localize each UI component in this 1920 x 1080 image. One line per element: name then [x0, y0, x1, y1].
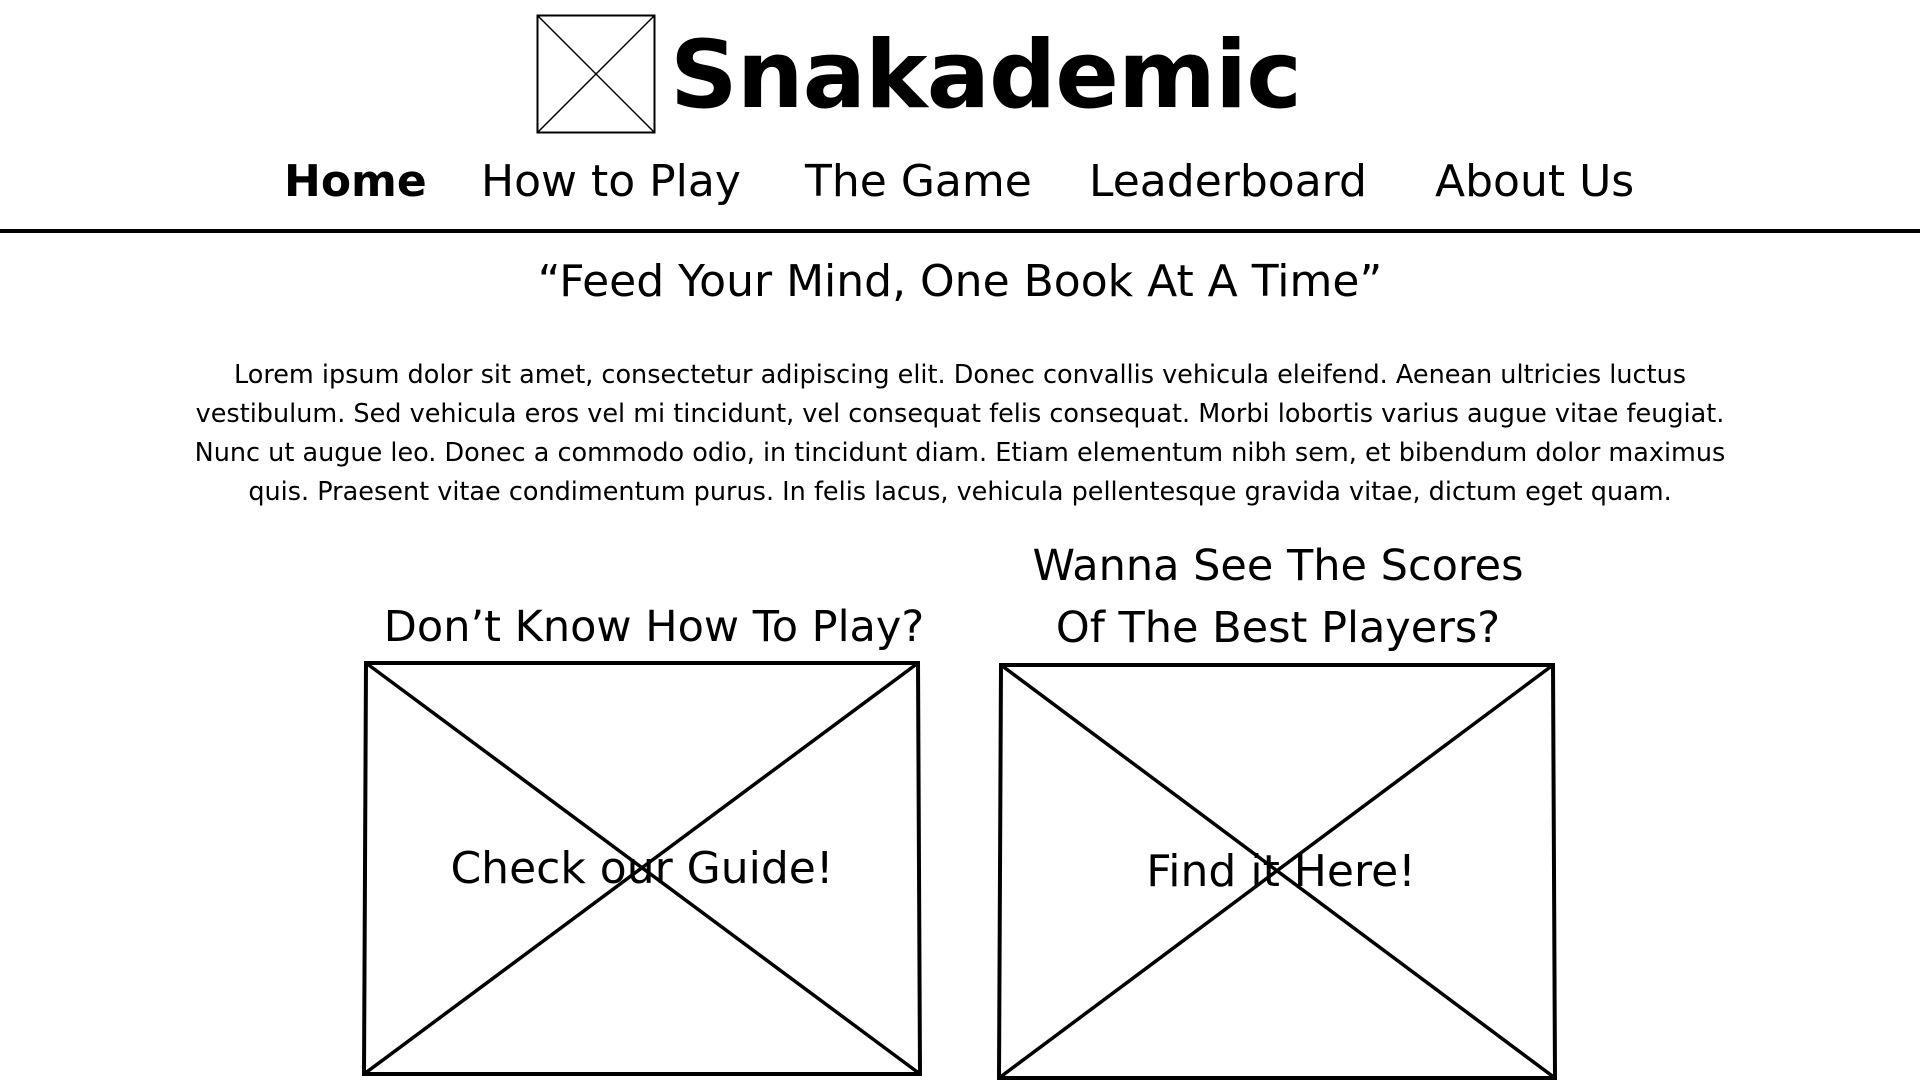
nav-item-about-us[interactable]: About Us: [1435, 150, 1634, 214]
intro-paragraph: Lorem ipsum dolor sit amet, consectetur …: [194, 360, 1726, 507]
guide-card-label: Check our Guide!: [450, 843, 834, 894]
logo-placeholder-icon: [536, 14, 656, 134]
nav-item-the-game[interactable]: The Game: [805, 150, 1032, 214]
nav-item-home[interactable]: Home: [284, 150, 427, 214]
tagline: “Feed Your Mind, One Book At A Time”: [537, 256, 1383, 307]
leaderboard-card-heading-line-1: Wanna See The Scores: [1032, 541, 1524, 591]
guide-card-heading: Don’t Know How To Play?: [366, 596, 942, 658]
leaderboard-card-heading: Wanna See The Scores Of The Best Players…: [990, 535, 1566, 659]
guide-card[interactable]: Check our Guide!: [362, 660, 922, 1078]
leaderboard-card-label: Find it Here!: [1146, 846, 1416, 897]
nav-item-leaderboard[interactable]: Leaderboard: [1089, 150, 1367, 214]
leaderboard-card-heading-line-2: Of The Best Players?: [1055, 603, 1501, 653]
main-nav: Home How to Play The Game Leaderboard Ab…: [0, 150, 1920, 214]
nav-item-how-to-play[interactable]: How to Play: [481, 150, 741, 214]
leaderboard-card[interactable]: Find it Here!: [997, 662, 1559, 1080]
header-divider: [0, 229, 1920, 233]
guide-card-heading-line: Don’t Know How To Play?: [383, 602, 925, 652]
site-title: Snakademic: [670, 21, 1302, 130]
